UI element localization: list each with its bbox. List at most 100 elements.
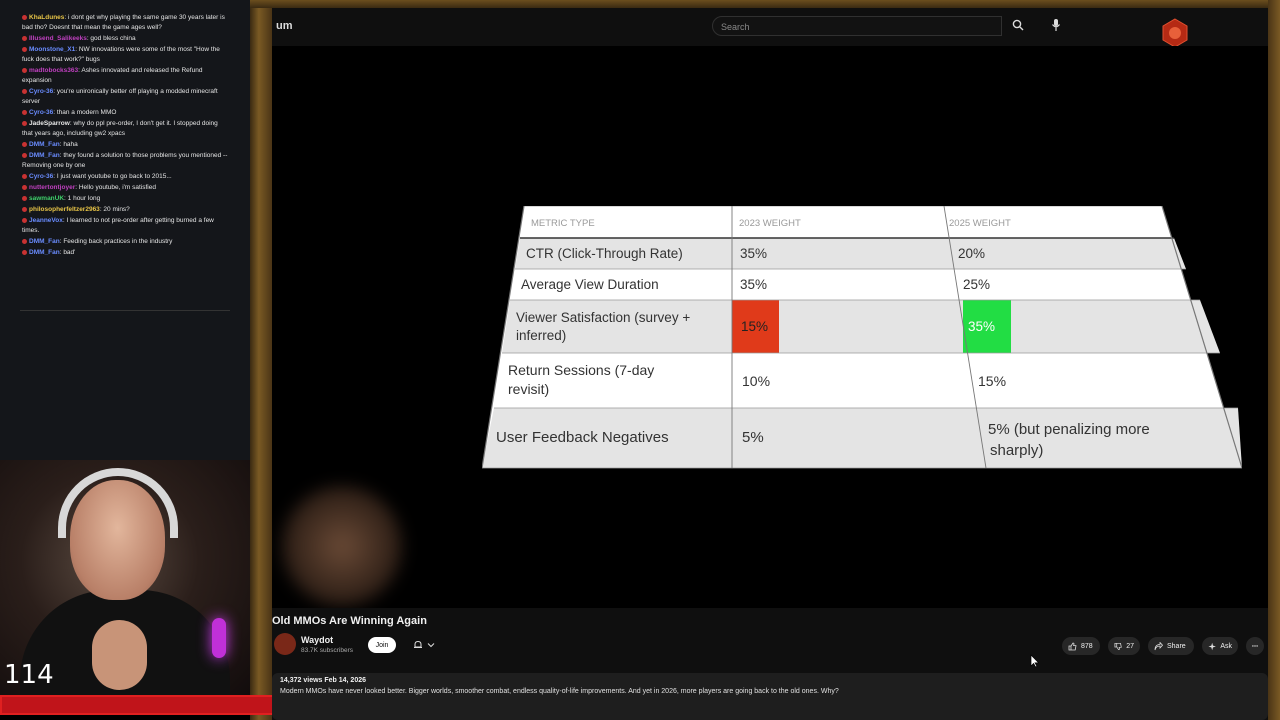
chat-badge-icon — [22, 195, 27, 201]
chat-username[interactable]: sawmanUK — [29, 195, 64, 202]
chat-badge-icon — [22, 67, 27, 73]
chat-badge-icon — [22, 109, 27, 115]
search-input[interactable] — [713, 18, 1001, 36]
chat-text: : Hello youtube, i'm satisfied — [75, 184, 156, 191]
chat-text: : bad' — [59, 249, 76, 256]
table-metric-label-cont: revisit) — [508, 381, 549, 397]
slide-table: METRIC TYPE 2023 WEIGHT 2025 WEIGHT CTR (Cl… — [482, 206, 1242, 476]
chat-text: : haha — [59, 141, 78, 148]
youtube-logo[interactable]: um — [276, 20, 293, 32]
chat-badge-icon — [22, 184, 27, 190]
microphone-light — [212, 618, 226, 658]
chat-divider — [20, 310, 230, 311]
video-title: Old MMOs Are Winning Again — [272, 615, 427, 627]
chat-username[interactable]: Cyro-36 — [29, 173, 53, 180]
views-and-date: 14,372 views Feb 14, 2026 — [280, 677, 367, 684]
chat-badge-icon — [22, 206, 27, 212]
chat-badge-icon — [22, 249, 27, 255]
video-description: Modern MMOs have never looked better. Bi… — [280, 688, 839, 695]
chat-text: : than a modern MMO — [53, 109, 117, 116]
dislike-count: 27 — [1126, 642, 1134, 650]
ask-button[interactable]: Ask — [1202, 637, 1238, 655]
notification-bell-button[interactable] — [406, 637, 442, 653]
chevron-down-icon — [427, 643, 435, 648]
headset — [58, 468, 178, 538]
blurred-overlay — [282, 486, 402, 606]
streamer-hand — [92, 620, 147, 690]
chat-message: DMM_Fan: Feeding back practices in the i… — [0, 237, 250, 247]
sparkle-icon — [1208, 642, 1216, 650]
description-box[interactable]: 14,372 views Feb 14, 2026 Modern MMOs ha… — [272, 673, 1268, 720]
chat-message: madtobocks363: Ashes innovated and relea… — [0, 66, 250, 86]
chat-message: DMM_Fan: bad' — [0, 248, 250, 258]
chat-text: : Feeding back practices in the industry — [59, 238, 173, 245]
frame-border-top — [250, 0, 1280, 8]
table-value-2025: 5% (but penalizing more — [988, 421, 1150, 438]
chat-badge-icon — [22, 46, 27, 52]
chat-badge-icon — [22, 35, 27, 41]
chat-username[interactable]: philosopherfeltzer2963 — [29, 206, 100, 213]
join-button[interactable]: Join — [368, 637, 396, 653]
chat-badge-icon — [22, 152, 27, 158]
chat-message: Cyro-36: you're unironically better off … — [0, 87, 250, 107]
account-avatar-icon[interactable] — [1160, 18, 1190, 48]
table-value-2025-cont: sharply) — [990, 442, 1043, 459]
chat-message: JadeSparrow: why do ppl pre-order, I don… — [0, 119, 250, 139]
voice-search-button[interactable] — [1042, 14, 1070, 36]
video-player[interactable]: METRIC TYPE 2023 WEIGHT 2025 WEIGHT CTR (Cl… — [272, 46, 1268, 608]
chat-username[interactable]: DMM_Fan — [29, 238, 60, 245]
table-value-2025: 20% — [958, 246, 985, 261]
channel-name[interactable]: Waydot — [301, 635, 333, 645]
like-button[interactable]: 878 — [1062, 637, 1100, 655]
chat-username[interactable]: Cyro-36 — [29, 88, 53, 95]
chat-message: KhaLdunes: i dont get why playing the sa… — [0, 13, 250, 33]
table-value-2025: 35% — [968, 319, 995, 334]
table-metric-label-cont: inferred) — [516, 328, 566, 343]
subscriber-count: 83.7K subscribers — [301, 647, 354, 654]
table-value-2023: 10% — [742, 373, 770, 389]
stream-chat: KhaLdunes: i dont get why playing the sa… — [0, 0, 250, 460]
chat-username[interactable]: JadeSparrow — [29, 120, 70, 127]
chat-message: philosopherfeltzer2963: 20 mins? — [0, 205, 250, 215]
table-header-0: METRIC TYPE — [531, 218, 595, 229]
chat-username[interactable]: Illusend_Salikeeks — [29, 35, 87, 42]
chat-badge-icon — [22, 120, 27, 126]
thumbs-down-icon — [1114, 642, 1122, 650]
channel-avatar[interactable] — [274, 633, 296, 655]
more-options-button[interactable] — [1246, 637, 1264, 655]
microphone-icon — [1052, 19, 1060, 31]
chat-username[interactable]: JeanneVox — [29, 217, 63, 224]
table-header-1: 2023 WEIGHT — [739, 218, 801, 229]
bell-icon — [414, 640, 422, 648]
chat-username[interactable]: DMM_Fan — [29, 152, 60, 159]
table-value-2025: 25% — [963, 277, 990, 292]
chat-text: : 1 hour long — [64, 195, 101, 202]
chat-username[interactable]: nuttertontjoyer — [29, 184, 75, 191]
chat-text: : 20 mins? — [99, 206, 130, 213]
table-row-shade — [502, 300, 1220, 353]
chat-username[interactable]: KhaLdunes — [29, 14, 64, 21]
chat-username[interactable]: Moonstone_X1 — [29, 46, 75, 53]
search-icon — [1012, 19, 1024, 31]
search-button[interactable] — [1004, 14, 1032, 36]
chat-badge-icon — [22, 141, 27, 147]
chat-username[interactable]: DMM_Fan — [29, 249, 60, 256]
frame-border-right — [1268, 0, 1280, 720]
chat-username[interactable]: DMM_Fan — [29, 141, 60, 148]
table-value-2023: 35% — [740, 277, 767, 292]
dislike-button[interactable]: 27 — [1108, 637, 1140, 655]
chat-badge-icon — [22, 217, 27, 223]
stream-counter: 114 — [4, 660, 54, 690]
chat-message: JeanneVox: I learned to not pre-order af… — [0, 216, 250, 236]
mouse-cursor-icon — [1030, 654, 1040, 668]
chat-username[interactable]: madtobocks363 — [29, 67, 78, 74]
chat-message: Illusend_Salikeeks: god bless china — [0, 34, 250, 44]
chat-message: DMM_Fan: they found a solution to those … — [0, 151, 250, 171]
share-button[interactable]: Share — [1148, 637, 1194, 655]
chat-username[interactable]: Cyro-36 — [29, 109, 53, 116]
table-metric-label: Viewer Satisfaction (survey + — [516, 310, 690, 325]
table-metric-label: Average View Duration — [521, 277, 659, 292]
table-value-2023: 15% — [741, 319, 768, 334]
share-icon — [1154, 641, 1163, 650]
table-value-2023: 35% — [740, 246, 767, 261]
